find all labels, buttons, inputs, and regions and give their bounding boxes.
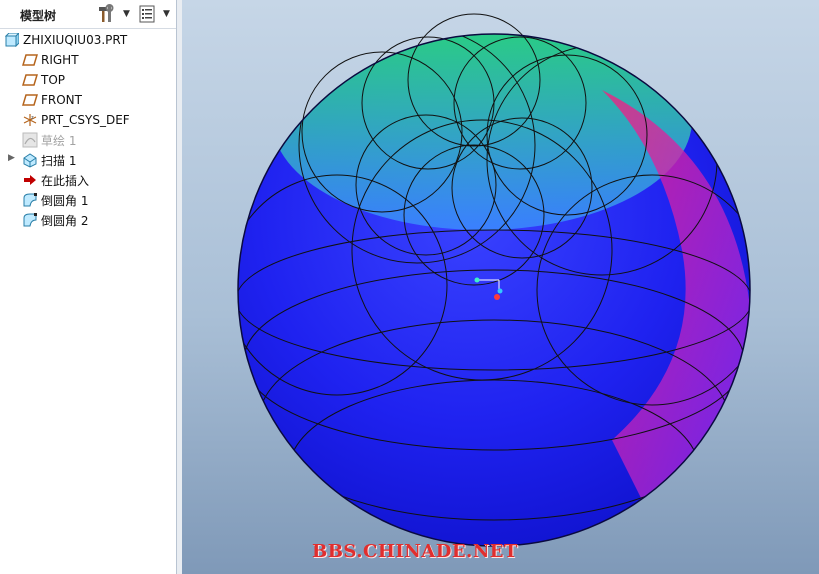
round-icon bbox=[22, 192, 38, 208]
tree-item-top[interactable]: TOP bbox=[22, 70, 65, 90]
list-settings-icon bbox=[139, 5, 155, 23]
svg-text:z: z bbox=[31, 115, 34, 121]
tree-item-label: RIGHT bbox=[41, 53, 79, 67]
round-icon bbox=[22, 212, 38, 228]
tree-tools-button[interactable] bbox=[96, 3, 118, 25]
tree-item-label: 倒圆角 2 bbox=[41, 213, 89, 228]
sketch-icon bbox=[22, 132, 38, 148]
tree-item-label: FRONT bbox=[41, 93, 82, 107]
tree-item-csys[interactable]: z PRT_CSYS_DEF bbox=[22, 110, 130, 130]
tree-item-right[interactable]: RIGHT bbox=[22, 50, 79, 70]
hammer-wrench-icon bbox=[99, 4, 114, 22]
tree-item-insert-here[interactable]: 在此插入 bbox=[22, 170, 89, 190]
tree-item-label: TOP bbox=[41, 73, 66, 87]
tree-tools-dropdown[interactable]: ▼ bbox=[123, 9, 130, 19]
tree-item-front[interactable]: FRONT bbox=[22, 90, 82, 110]
watermark-text: BBS.CHINADE.NET bbox=[312, 541, 518, 562]
tree-item-label: 扫描 1 bbox=[41, 153, 77, 168]
part-icon bbox=[4, 32, 20, 48]
tree-item-label: 草绘 1 bbox=[41, 133, 77, 148]
sphere-model bbox=[237, 13, 751, 547]
datum-plane-icon bbox=[22, 72, 38, 88]
show-settings-dropdown[interactable]: ▼ bbox=[163, 9, 170, 19]
tree-root-part[interactable]: ZHIXIUQIU03.PRT bbox=[4, 30, 127, 50]
tree-item-sweep[interactable]: 扫描 1 bbox=[22, 150, 76, 170]
tree-item-sketch[interactable]: 草绘 1 bbox=[22, 130, 76, 150]
model-tree-header: 模型树 ▼ ▼ bbox=[0, 0, 176, 29]
datum-plane-icon bbox=[22, 92, 38, 108]
tree-item-label: 在此插入 bbox=[41, 173, 90, 188]
csys-icon: z bbox=[22, 112, 38, 128]
expand-arrow-icon[interactable]: ▶ bbox=[8, 153, 15, 163]
model-tree-title: 模型树 bbox=[20, 9, 57, 23]
sweep-icon bbox=[22, 152, 38, 168]
tree-item-label: PRT_CSYS_DEF bbox=[41, 113, 130, 127]
tree-item-round-2[interactable]: 倒圆角 2 bbox=[22, 210, 88, 230]
datum-plane-icon bbox=[22, 52, 38, 68]
insert-here-arrow-icon bbox=[22, 172, 38, 188]
tree-item-label: 倒圆角 1 bbox=[41, 193, 89, 208]
show-settings-button[interactable] bbox=[138, 3, 156, 25]
tree-item-round-1[interactable]: 倒圆角 1 bbox=[22, 190, 88, 210]
tree-root-label: ZHIXIUQIU03.PRT bbox=[23, 33, 128, 47]
model-tree-panel: 模型树 ▼ ▼ ZHIXIUQIU03.PRT RIGHT TOP FRONT … bbox=[0, 0, 177, 574]
graphics-viewport[interactable]: BBS.CHINADE.NET bbox=[182, 0, 819, 574]
